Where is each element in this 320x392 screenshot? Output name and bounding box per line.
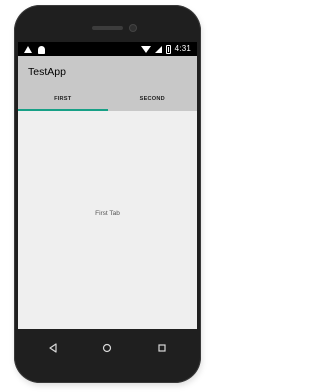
tab-first[interactable]: FIRST <box>18 86 108 111</box>
android-icon <box>38 46 45 54</box>
earpiece-speaker <box>92 26 123 30</box>
recent-apps-button[interactable] <box>150 336 174 360</box>
navigation-bar <box>18 329 197 367</box>
tab-content: First Tab <box>18 111 197 329</box>
home-icon <box>103 343 112 353</box>
status-left-icons <box>24 44 45 54</box>
device-screen: 4:31 TestApp FIRST SECOND First Tab <box>18 42 197 329</box>
tab-second[interactable]: SECOND <box>108 86 198 111</box>
status-clock: 4:31 <box>174 44 191 53</box>
tab-second-label: SECOND <box>139 95 165 102</box>
device-frame-stage: 4:31 TestApp FIRST SECOND First Tab <box>0 0 215 392</box>
status-bar: 4:31 <box>18 42 197 56</box>
tab-bar: FIRST SECOND <box>18 86 197 111</box>
signal-icon <box>154 45 162 53</box>
wifi-icon <box>140 45 151 53</box>
warning-icon <box>24 46 32 53</box>
home-button[interactable] <box>95 336 119 360</box>
app-title: TestApp <box>28 66 66 78</box>
recent-apps-icon <box>158 344 166 352</box>
tab-content-text: First Tab <box>95 210 120 217</box>
back-button[interactable] <box>41 336 65 360</box>
back-icon <box>49 343 57 353</box>
tab-first-label: FIRST <box>54 95 72 102</box>
app-bar: TestApp FIRST SECOND <box>18 56 197 111</box>
front-camera <box>130 25 136 31</box>
battery-icon <box>165 44 171 54</box>
status-right-icons: 4:31 <box>140 43 191 55</box>
